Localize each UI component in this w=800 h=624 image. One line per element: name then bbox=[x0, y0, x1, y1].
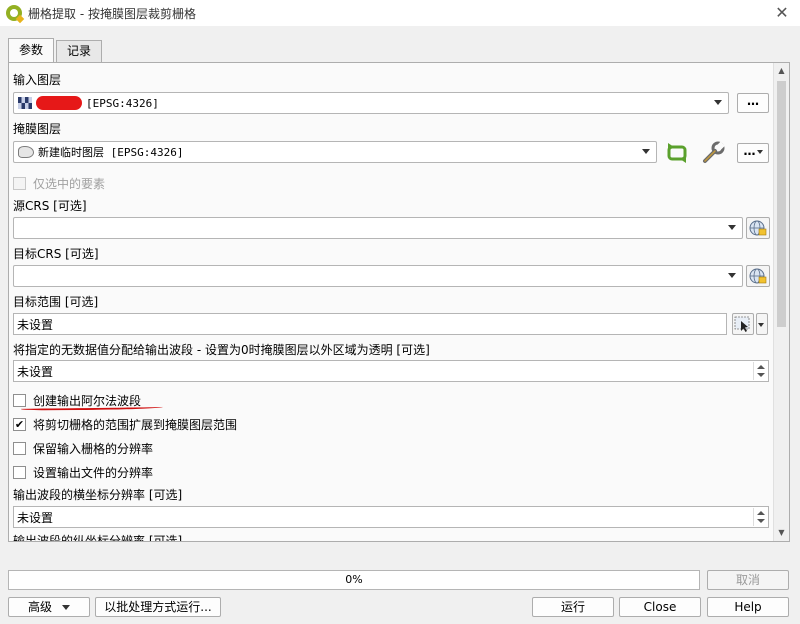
map-cursor-icon bbox=[734, 316, 750, 332]
x-resolution-spinner[interactable] bbox=[753, 508, 767, 526]
mask-layer-browse-button[interactable]: … bbox=[737, 143, 769, 163]
batch-process-button[interactable]: 以批处理方式运行... bbox=[95, 597, 221, 617]
parameters-scroll-area: 输入图层 [EPSG:4326] … 掩膜图层 新建临时图层 [EPSG:432… bbox=[9, 63, 773, 541]
extent-select-button[interactable] bbox=[732, 313, 754, 335]
chevron-down-icon bbox=[728, 273, 736, 278]
mask-layer-browse-label: … bbox=[743, 144, 756, 158]
close-icon[interactable]: ✕ bbox=[772, 3, 792, 23]
source-crs-label: 源CRS [可选] bbox=[13, 199, 87, 213]
spin-down-icon[interactable] bbox=[757, 373, 765, 377]
selected-features-only-label: 仅选中的要素 bbox=[33, 177, 106, 191]
red-annotation-underline bbox=[20, 405, 164, 411]
nodata-field[interactable]: 未设置 bbox=[13, 360, 769, 382]
chevron-down-icon bbox=[758, 323, 764, 327]
chevron-down-icon bbox=[642, 149, 650, 154]
crop-to-cutline-checkbox[interactable]: ✔ bbox=[13, 418, 26, 431]
redacted-layer-name bbox=[36, 96, 82, 110]
polygon-layer-icon bbox=[18, 146, 34, 158]
source-crs-select-button[interactable] bbox=[746, 217, 770, 239]
mask-layer-label: 掩膜图层 bbox=[13, 122, 62, 136]
progress-text: 0% bbox=[345, 573, 363, 586]
iterate-icon[interactable] bbox=[665, 142, 689, 164]
run-button[interactable]: 运行 bbox=[532, 597, 614, 617]
x-resolution-field[interactable]: 未设置 bbox=[13, 506, 769, 528]
tab-parameters[interactable]: 参数 bbox=[8, 38, 55, 62]
target-extent-value: 未设置 bbox=[17, 317, 54, 332]
input-layer-combo[interactable]: [EPSG:4326] bbox=[13, 92, 729, 114]
mask-layer-value: 新建临时图层 [EPSG:4326] bbox=[38, 146, 184, 159]
parameters-panel: 输入图层 [EPSG:4326] … 掩膜图层 新建临时图层 [EPSG:432… bbox=[8, 62, 790, 542]
cancel-button[interactable]: 取消 bbox=[707, 570, 789, 590]
keep-resolution-label: 保留输入栅格的分辨率 bbox=[33, 442, 154, 456]
nodata-label: 将指定的无数据值分配给输出波段 - 设置为0时掩膜图层以外区域为透明 [可选] bbox=[13, 343, 430, 357]
globe-crs-icon bbox=[749, 220, 767, 236]
spin-up-icon[interactable] bbox=[757, 365, 765, 369]
spin-up-icon[interactable] bbox=[757, 511, 765, 515]
set-resolution-checkbox[interactable] bbox=[13, 466, 26, 479]
mask-layer-combo[interactable]: 新建临时图层 [EPSG:4326] bbox=[13, 141, 657, 163]
selected-features-only-checkbox[interactable] bbox=[13, 177, 26, 190]
chevron-down-icon bbox=[756, 149, 763, 154]
x-resolution-value: 未设置 bbox=[17, 510, 54, 525]
y-resolution-label: 输出波段的纵坐标分辨率 [可选] bbox=[13, 534, 183, 541]
chevron-down-icon bbox=[728, 225, 736, 230]
input-layer-label: 输入图层 bbox=[13, 73, 62, 87]
nodata-value: 未设置 bbox=[17, 364, 54, 379]
scroll-down-icon[interactable]: ▼ bbox=[774, 525, 789, 541]
crop-to-cutline-label: 将剪切栅格的范围扩展到掩膜图层范围 bbox=[33, 418, 238, 432]
spin-down-icon[interactable] bbox=[757, 519, 765, 523]
create-alpha-checkbox[interactable] bbox=[13, 394, 26, 407]
vertical-scrollbar[interactable]: ▲ ▼ bbox=[773, 63, 789, 541]
keep-resolution-row: 保留输入栅格的分辨率 bbox=[13, 440, 153, 457]
globe-crs-icon bbox=[749, 268, 767, 284]
source-crs-combo[interactable] bbox=[13, 217, 743, 239]
advanced-button-label: 高级 bbox=[27, 600, 52, 614]
chevron-down-icon bbox=[62, 605, 70, 610]
x-resolution-label: 输出波段的横坐标分辨率 [可选] bbox=[13, 488, 183, 502]
window-titlebar: 栅格提取 - 按掩膜图层裁剪栅格 ✕ bbox=[0, 0, 800, 26]
set-resolution-row: 设置输出文件的分辨率 bbox=[13, 464, 153, 481]
input-layer-browse-button[interactable]: … bbox=[737, 93, 769, 113]
nodata-spinner[interactable] bbox=[753, 362, 767, 380]
target-crs-label: 目标CRS [可选] bbox=[13, 247, 99, 261]
tab-log[interactable]: 记录 bbox=[56, 40, 103, 62]
target-crs-combo[interactable] bbox=[13, 265, 743, 287]
progress-bar: 0% bbox=[8, 570, 700, 590]
target-extent-field[interactable]: 未设置 bbox=[13, 313, 727, 335]
target-extent-label: 目标范围 [可选] bbox=[13, 295, 99, 309]
selected-features-only-row: 仅选中的要素 bbox=[13, 175, 105, 192]
crop-to-cutline-row: ✔ 将剪切栅格的范围扩展到掩膜图层范围 bbox=[13, 416, 237, 433]
window-title: 栅格提取 - 按掩膜图层裁剪栅格 bbox=[28, 6, 196, 21]
scrollbar-thumb[interactable] bbox=[777, 81, 786, 327]
set-resolution-label: 设置输出文件的分辨率 bbox=[33, 466, 154, 480]
advanced-button[interactable]: 高级 bbox=[8, 597, 90, 617]
help-button[interactable]: Help bbox=[707, 597, 789, 617]
keep-resolution-checkbox[interactable] bbox=[13, 442, 26, 455]
extent-menu-button[interactable] bbox=[756, 313, 768, 335]
close-button[interactable]: Close bbox=[619, 597, 701, 617]
scroll-up-icon[interactable]: ▲ bbox=[774, 63, 789, 79]
target-crs-select-button[interactable] bbox=[746, 265, 770, 287]
qgis-logo-icon bbox=[6, 5, 22, 21]
tab-bar: 参数 记录 bbox=[8, 38, 104, 62]
raster-layer-icon bbox=[18, 97, 32, 109]
wrench-icon[interactable] bbox=[701, 141, 727, 165]
chevron-down-icon bbox=[714, 100, 722, 105]
input-layer-value: [EPSG:4326] bbox=[86, 96, 159, 110]
